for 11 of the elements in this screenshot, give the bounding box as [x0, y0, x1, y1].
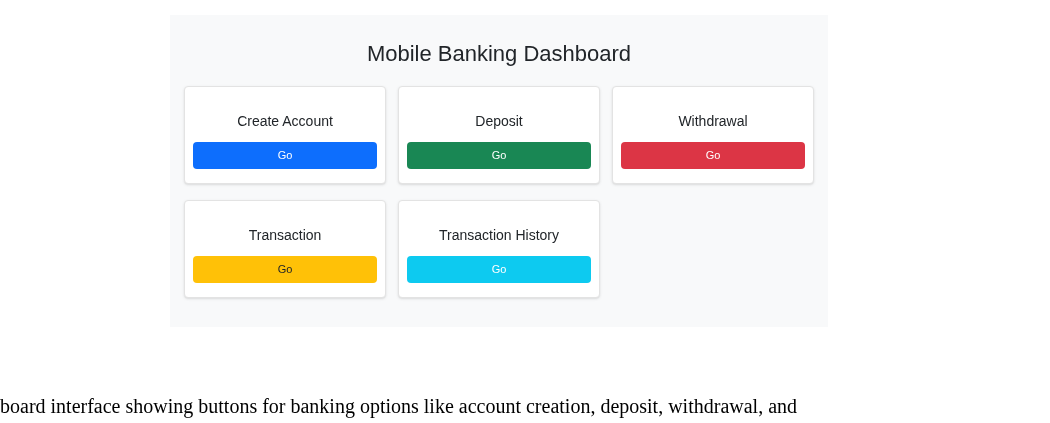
card-title: Transaction History [438, 226, 560, 245]
go-button[interactable]: Go [621, 142, 805, 169]
go-button[interactable]: Go [193, 256, 377, 283]
card-title: Transaction [248, 226, 322, 245]
card-title: Create Account [237, 112, 333, 131]
dashboard-title: Mobile Banking Dashboard [365, 40, 633, 68]
go-button[interactable]: Go [193, 142, 377, 169]
caption-text: board interface showing buttons for banking options like account creation, deposit, withdrawal, and [0, 394, 798, 420]
card-title: Deposit [475, 112, 523, 131]
go-button[interactable]: Go [407, 142, 591, 169]
card-title: Withdrawal [678, 112, 748, 131]
